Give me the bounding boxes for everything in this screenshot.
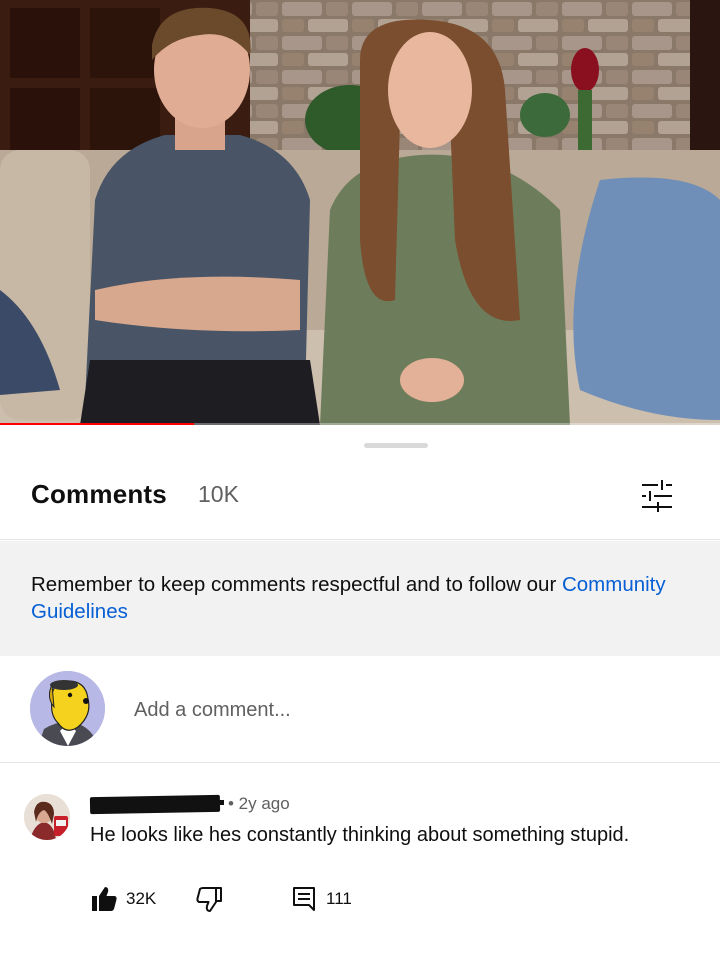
comments-count: 10K <box>198 481 239 507</box>
comment-actions: 32K 111 <box>0 879 720 919</box>
notice-message: Remember to keep comments respectful and… <box>31 573 562 596</box>
add-comment-row <box>0 658 720 762</box>
reply-comment-icon <box>293 887 315 911</box>
reply-button[interactable]: 111 <box>292 879 352 919</box>
comments-header: Comments 10K <box>0 471 720 519</box>
comments-title: Comments <box>31 479 167 509</box>
sort-filter-button[interactable] <box>630 473 682 517</box>
user-photo-icon <box>24 794 70 840</box>
reply-count: 111 <box>326 889 352 908</box>
dog-cartoon-avatar-icon <box>30 671 105 746</box>
like-button[interactable]: 32K <box>90 879 156 919</box>
comment-timestamp: • 2y ago <box>228 794 290 813</box>
like-count: 32K <box>126 889 157 908</box>
sliders-icon <box>642 480 672 512</box>
avatar <box>30 671 105 746</box>
thumbs-up-filled-icon <box>92 887 117 911</box>
dislike-button[interactable] <box>195 879 223 919</box>
add-comment-input[interactable] <box>134 693 674 727</box>
video-frame <box>0 0 720 425</box>
comments-panel: Comments 10K Remember to keep comments r… <box>0 425 720 953</box>
redacted-username <box>89 794 221 815</box>
thumbs-down-icon <box>196 887 222 912</box>
comment-text: He looks like hes constantly thinking ab… <box>90 824 630 846</box>
commenter-avatar[interactable] <box>24 794 70 840</box>
community-notice: Remember to keep comments respectful and… <box>0 541 720 656</box>
drag-handle[interactable] <box>364 443 428 448</box>
redacted-username-tail <box>214 800 224 805</box>
video-player[interactable] <box>0 0 720 425</box>
notice-text: Remember to keep comments respectful and… <box>31 571 720 625</box>
header-divider <box>0 539 720 540</box>
comment-item: • 2y ago He looks like hes constantly th… <box>0 763 720 953</box>
